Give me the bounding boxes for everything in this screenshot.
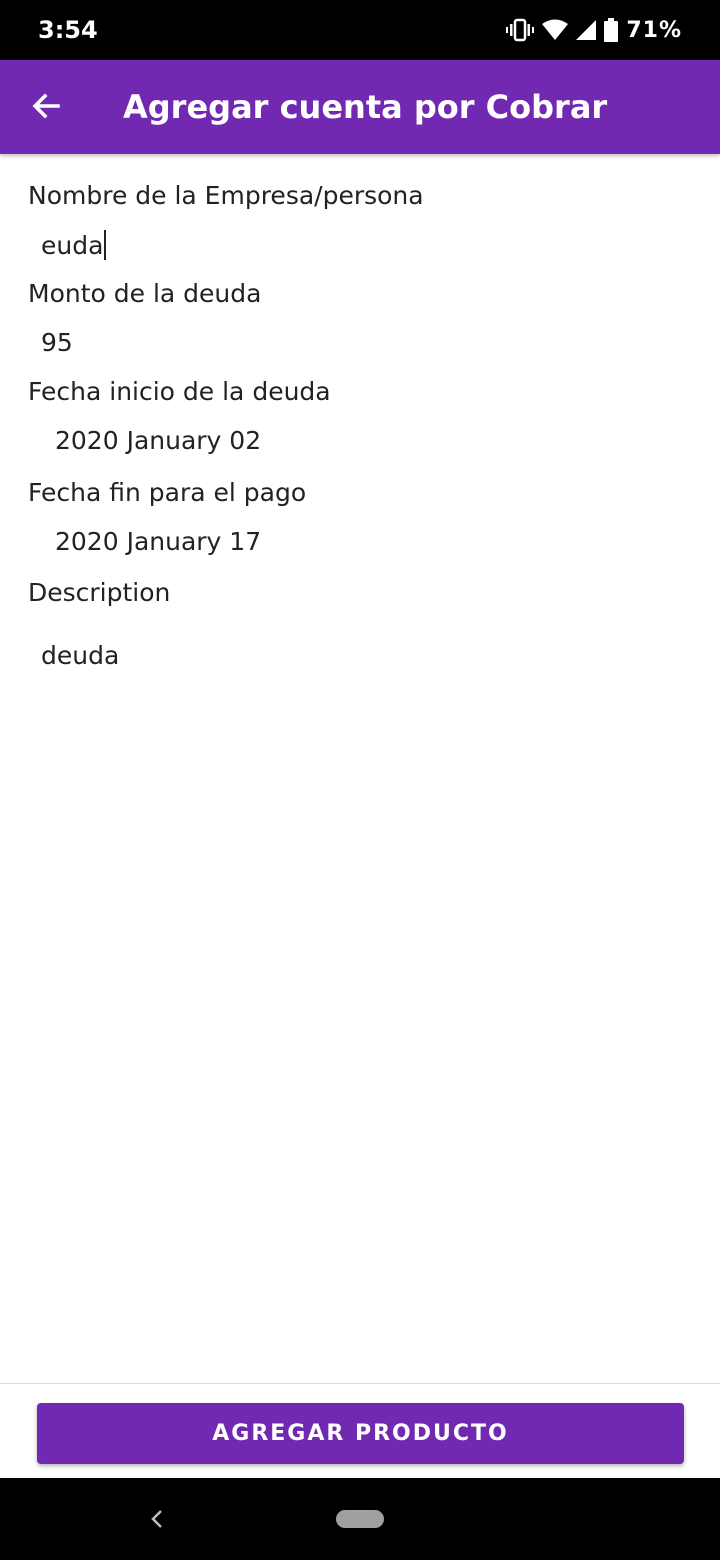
system-nav-bar — [0, 1478, 720, 1560]
end-date-field[interactable]: 2020 January 17 — [55, 527, 261, 556]
nav-back-icon[interactable] — [142, 1504, 172, 1534]
description-label: Description — [28, 578, 171, 607]
page-title: Agregar cuenta por Cobrar — [123, 88, 608, 126]
bottom-action-bar: AGREGAR PRODUCTO — [0, 1383, 720, 1477]
start-date-label: Fecha inicio de la deuda — [28, 377, 331, 406]
app-bar: Agregar cuenta por Cobrar — [0, 60, 720, 154]
home-pill-icon[interactable] — [336, 1510, 384, 1528]
status-time: 3:54 — [38, 16, 98, 44]
end-date-label: Fecha fin para el pago — [28, 478, 307, 507]
add-product-button[interactable]: AGREGAR PRODUCTO — [37, 1403, 684, 1464]
signal-icon — [576, 20, 597, 40]
text-cursor — [104, 230, 107, 260]
description-field[interactable]: deuda — [41, 641, 119, 670]
arrow-left-icon — [30, 90, 62, 127]
company-label: Nombre de la Empresa/persona — [28, 181, 424, 210]
vibrate-icon — [506, 17, 535, 43]
amount-label: Monto de la deuda — [28, 279, 262, 308]
back-button[interactable] — [20, 82, 72, 134]
company-field[interactable]: euda — [41, 230, 107, 260]
status-icons: 71% — [506, 14, 682, 46]
wifi-icon — [542, 19, 569, 41]
start-date-field[interactable]: 2020 January 02 — [55, 426, 261, 455]
battery-percent: 71% — [626, 17, 682, 43]
company-value: euda — [41, 231, 104, 260]
status-bar: 3:54 71% — [0, 0, 720, 60]
amount-field[interactable]: 95 — [41, 328, 73, 357]
battery-icon — [604, 18, 619, 42]
